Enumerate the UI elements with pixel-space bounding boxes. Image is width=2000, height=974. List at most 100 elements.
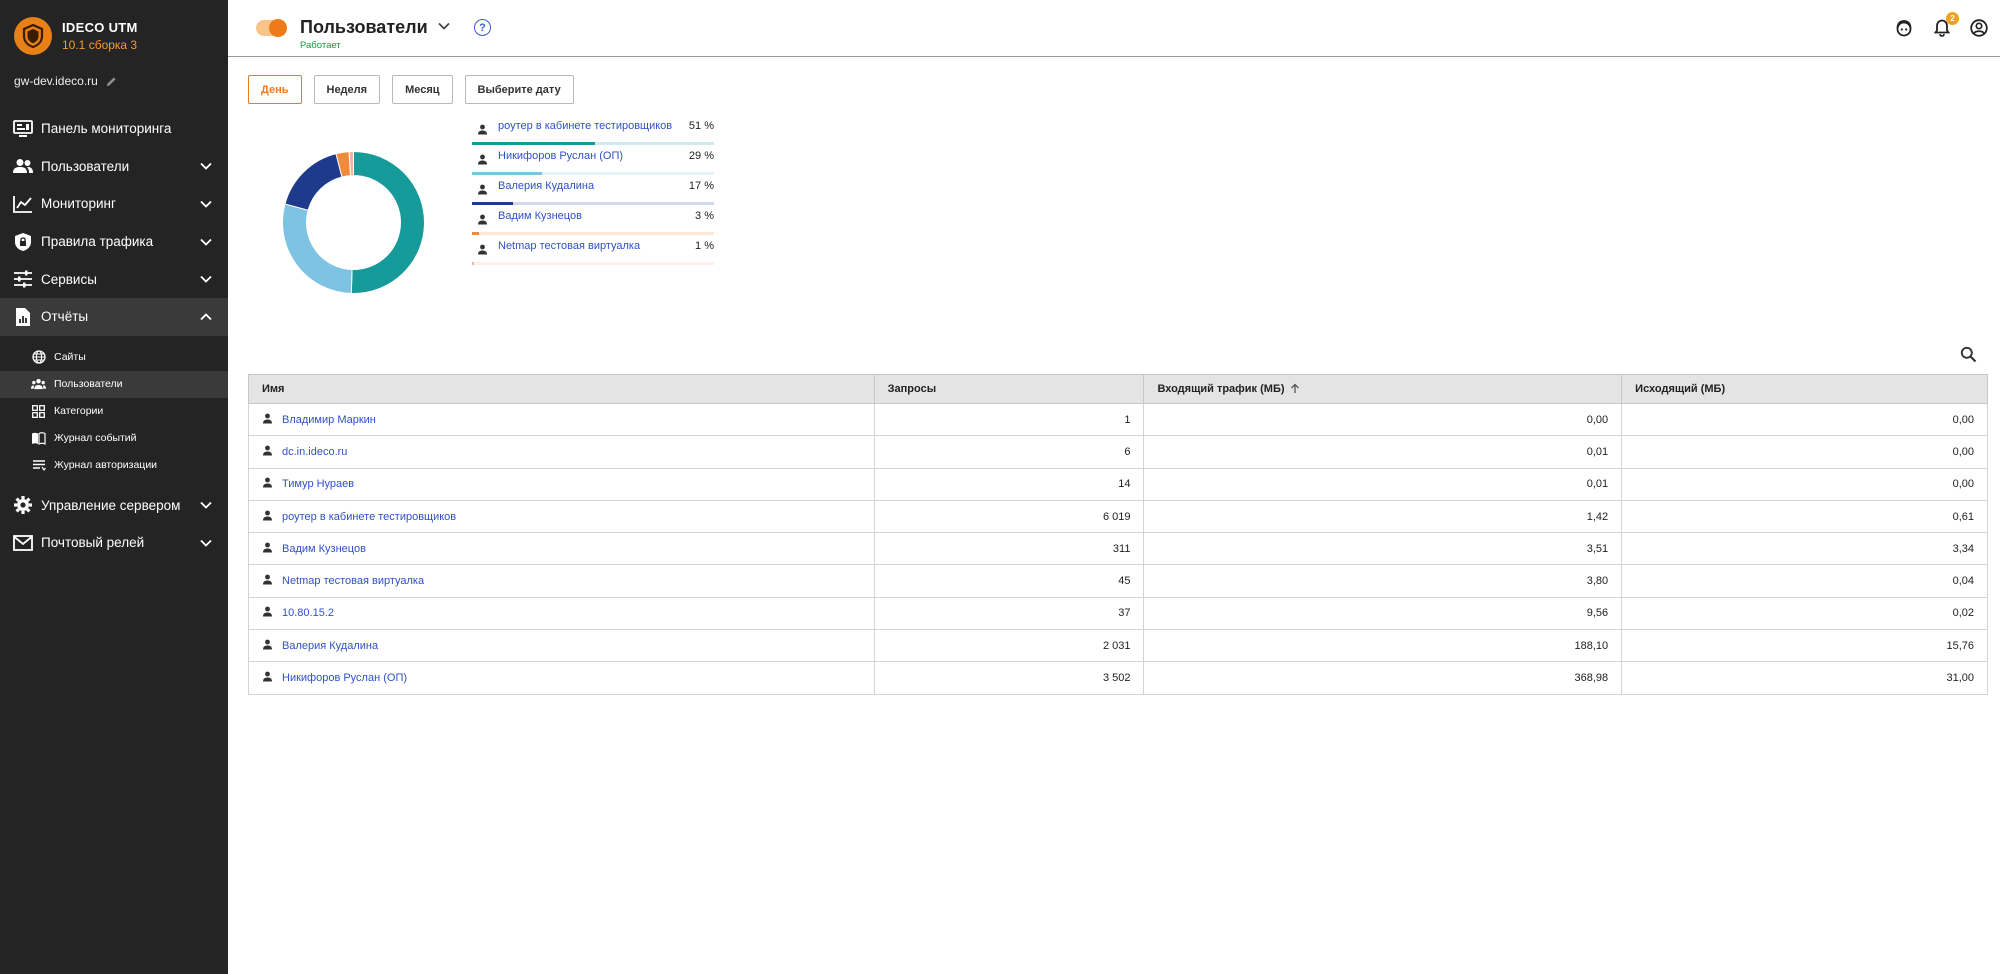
- service-status: Работает: [300, 40, 341, 51]
- legend-bar-track: [472, 172, 714, 175]
- cell-outgoing: 0,02: [1621, 596, 1988, 631]
- sidebar-item-server-management[interactable]: Управление сервером: [0, 487, 228, 525]
- user-link[interactable]: Никифоров Руслан (ОП): [282, 672, 407, 684]
- cell-requests: 37: [873, 596, 1145, 631]
- legend-value: 29 %: [688, 150, 714, 162]
- user-icon: [262, 445, 273, 459]
- account-icon[interactable]: [1969, 18, 1989, 38]
- legend-bar-track: [472, 232, 714, 235]
- user-link[interactable]: 10.80.15.2: [282, 607, 334, 619]
- cell-incoming: 0,00: [1143, 402, 1623, 437]
- pick-date-button[interactable]: Выберите дату: [464, 75, 574, 104]
- cell-incoming: 1,42: [1143, 499, 1623, 534]
- legend-item[interactable]: роутер в кабинете тестировщиков 51 %: [472, 116, 714, 146]
- cell-incoming: 188,10: [1143, 629, 1623, 663]
- sidebar-item-services[interactable]: Сервисы: [0, 260, 228, 298]
- legend-label[interactable]: Никифоров Руслан (ОП): [498, 150, 623, 162]
- donut-slice[interactable]: [350, 150, 425, 294]
- sidebar-item-traffic-rules[interactable]: Правила трафика: [0, 223, 228, 261]
- pencil-icon[interactable]: [106, 76, 117, 87]
- legend-label[interactable]: Netmap тестовая виртуалка: [498, 240, 640, 252]
- brand[interactable]: IDECO UTM 10.1 сборка 3: [14, 17, 138, 55]
- legend-bar-track: [472, 202, 714, 205]
- user-icon: [262, 574, 273, 588]
- sidebar-subitem-label: Журнал событий: [54, 432, 137, 445]
- user-link[interactable]: Валерия Кудалина: [282, 640, 378, 652]
- sidebar-subitem-users[interactable]: Пользователи: [0, 370, 228, 398]
- donut-slice[interactable]: [282, 203, 353, 294]
- user-link[interactable]: роутер в кабинете тестировщиков: [282, 511, 456, 523]
- period-day-button[interactable]: День: [248, 75, 302, 104]
- traffic-donut-chart: [282, 150, 425, 294]
- legend-item[interactable]: Никифоров Руслан (ОП) 29 %: [472, 146, 714, 176]
- cell-name: Вадим Кузнецов: [248, 532, 875, 566]
- book-icon: [31, 431, 46, 446]
- sidebar-nav: Панель мониторинга Пользователи Монитори…: [0, 110, 228, 562]
- list-icon: [31, 458, 46, 473]
- sidebar-item-mail-relay[interactable]: Почтовый релей: [0, 524, 228, 562]
- user-icon: [262, 510, 273, 524]
- column-header-outgoing[interactable]: Исходящий (МБ): [1621, 374, 1988, 404]
- user-link[interactable]: Владимир Маркин: [282, 414, 376, 426]
- column-header-requests[interactable]: Запросы: [873, 374, 1145, 404]
- table-row: 10.80.15.2 37 9,56 0,02: [248, 596, 1988, 631]
- cell-incoming: 0,01: [1143, 467, 1623, 501]
- search-icon[interactable]: [1960, 346, 1977, 368]
- legend-label[interactable]: Валерия Кудалина: [498, 180, 594, 192]
- chevron-down-icon[interactable]: [438, 22, 450, 30]
- sidebar-subitem-event-log[interactable]: Журнал событий: [0, 425, 228, 452]
- sidebar-item-users[interactable]: Пользователи: [0, 148, 228, 186]
- user-link[interactable]: Тимур Нураев: [282, 478, 354, 490]
- period-selector: День Неделя Месяц Выберите дату: [248, 75, 574, 104]
- support-icon[interactable]: [1894, 18, 1914, 38]
- legend-label[interactable]: роутер в кабинете тестировщиков: [498, 120, 672, 132]
- chevron-down-icon: [200, 502, 212, 510]
- user-link[interactable]: dc.in.ideco.ru: [282, 446, 347, 458]
- table-row: Владимир Маркин 1 0,00 0,00: [248, 402, 1988, 437]
- mail-icon: [12, 532, 34, 554]
- legend-item[interactable]: Валерия Кудалина 17 %: [472, 176, 714, 206]
- service-toggle[interactable]: [256, 19, 287, 37]
- sidebar-subitem-sites[interactable]: Сайты: [0, 344, 228, 371]
- sidebar-item-dashboard[interactable]: Панель мониторинга: [0, 110, 228, 148]
- column-header-name[interactable]: Имя: [248, 374, 875, 404]
- legend-bar-fill: [472, 142, 596, 145]
- cell-outgoing: 3,34: [1621, 532, 1988, 566]
- legend-bar-fill: [472, 172, 543, 175]
- table-row: Netmap тестовая виртуалка 45 3,80 0,04: [248, 564, 1988, 598]
- legend-item[interactable]: Netmap тестовая виртуалка 1 %: [472, 236, 714, 266]
- cell-outgoing: 0,04: [1621, 564, 1988, 598]
- chevron-down-icon: [200, 539, 212, 547]
- legend-label[interactable]: Вадим Кузнецов: [498, 210, 582, 222]
- legend-bar-fill: [472, 202, 514, 205]
- table-header-row: Имя Запросы Входящий трафик (МБ) Исходящ…: [248, 374, 1988, 404]
- user-icon: [262, 477, 273, 491]
- help-icon[interactable]: ?: [474, 19, 491, 36]
- bell-icon[interactable]: 2: [1932, 12, 1959, 38]
- column-header-incoming[interactable]: Входящий трафик (МБ): [1143, 374, 1623, 404]
- host-name[interactable]: gw-dev.ideco.ru: [14, 74, 117, 88]
- sidebar-item-monitoring[interactable]: Мониторинг: [0, 185, 228, 223]
- user-icon: [477, 242, 488, 260]
- chevron-down-icon: [200, 276, 212, 283]
- column-header-label: Входящий трафик (МБ): [1157, 383, 1285, 395]
- user-link[interactable]: Вадим Кузнецов: [282, 543, 366, 555]
- app-name: IDECO UTM: [62, 20, 138, 35]
- user-link[interactable]: Netmap тестовая виртуалка: [282, 575, 424, 587]
- sidebar-item-reports[interactable]: Отчёты: [0, 297, 228, 336]
- cell-requests: 14: [873, 467, 1145, 501]
- chevron-down-icon: [200, 200, 212, 208]
- donut-slice[interactable]: [284, 153, 343, 211]
- table-row: Тимур Нураев 14 0,01 0,00: [248, 467, 1988, 501]
- user-icon: [262, 639, 273, 653]
- legend-value: 1 %: [695, 240, 714, 252]
- sidebar-subitem-categories[interactable]: Категории: [0, 398, 228, 425]
- period-week-button[interactable]: Неделя: [313, 75, 381, 104]
- page-header: Пользователи Работает ? 2: [228, 0, 2000, 57]
- sidebar-subitem-label: Пользователи: [54, 378, 123, 391]
- monitoring-panel-icon: [12, 118, 34, 140]
- legend-item[interactable]: Вадим Кузнецов 3 %: [472, 206, 714, 236]
- period-month-button[interactable]: Месяц: [392, 75, 453, 104]
- sidebar-subitem-auth-log[interactable]: Журнал авторизации: [0, 452, 228, 479]
- table-row: Никифоров Руслан (ОП) 3 502 368,98 31,00: [248, 661, 1988, 695]
